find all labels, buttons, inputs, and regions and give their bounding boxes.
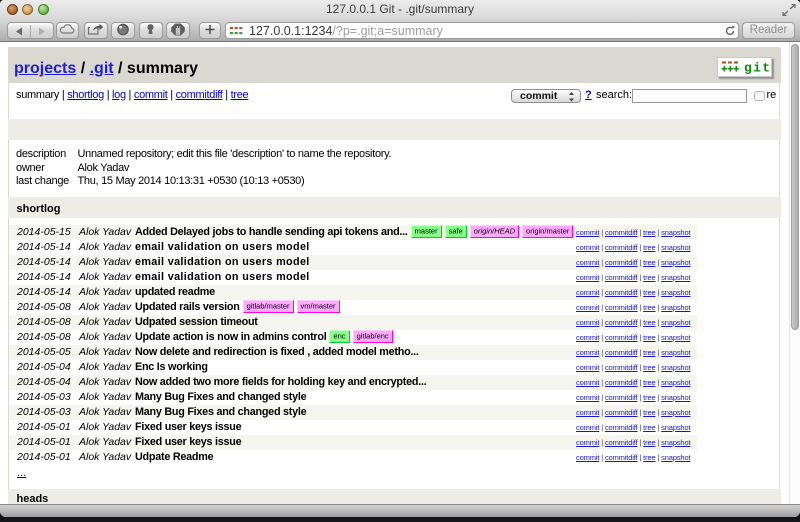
- svg-text:git: git: [744, 61, 770, 76]
